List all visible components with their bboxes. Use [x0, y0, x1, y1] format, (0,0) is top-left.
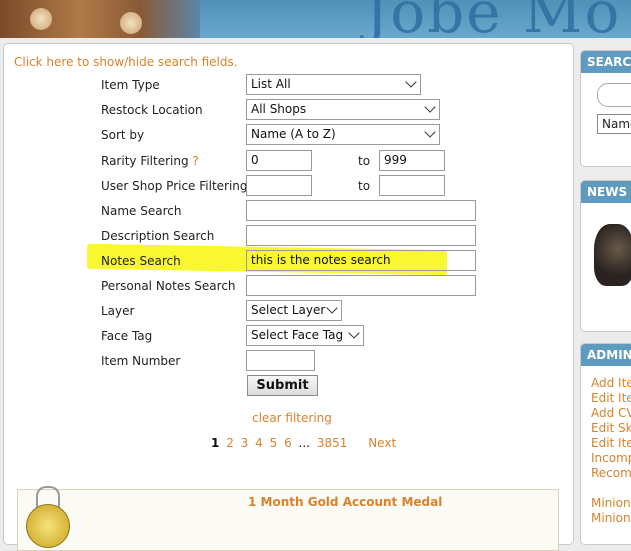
notes-search-input[interactable]: this is the notes search	[246, 250, 476, 271]
search-panel: Click here to show/hide search fields. I…	[3, 43, 574, 551]
restock-location-value: All Shops	[251, 102, 307, 116]
page-link[interactable]: 5	[270, 436, 278, 450]
rarity-filtering-text: Rarity Filtering	[101, 154, 189, 168]
personal-notes-search-input[interactable]	[246, 275, 476, 296]
name-search-label: Name Search	[101, 204, 182, 218]
rarity-help-link[interactable]: ?	[192, 154, 198, 168]
page-link[interactable]: 3	[241, 436, 249, 450]
item-number-label: Item Number	[101, 354, 181, 368]
item-card: 1 Month Gold Account Medal	[17, 486, 559, 551]
chevron-down-icon	[326, 302, 338, 314]
sidebar-admin-title: ADMIN	[581, 344, 631, 366]
face-tag-select[interactable]: Select Face Tag	[246, 325, 364, 346]
admin-link[interactable]: Edit Ite	[581, 436, 631, 451]
admin-link[interactable]: Add Ite	[581, 376, 631, 391]
page-link[interactable]: 2	[226, 436, 234, 450]
face-tag-label: Face Tag	[101, 329, 153, 343]
admin-links: Add Ite Edit Ite Add CV Edit Sk Edit Ite…	[581, 366, 631, 526]
sidebar-search-input[interactable]	[597, 83, 631, 107]
sidebar-admin-box: ADMIN Add Ite Edit Ite Add CV Edit Sk Ed…	[580, 343, 631, 545]
description-search-input[interactable]	[246, 225, 476, 246]
page-link[interactable]: 6	[284, 436, 292, 450]
gold-medal-icon[interactable]	[26, 504, 70, 548]
layer-label: Layer	[101, 304, 135, 318]
price-to-label: to	[358, 179, 371, 193]
item-number-input[interactable]	[246, 350, 315, 371]
sort-by-label: Sort by	[101, 128, 145, 142]
rarity-max-input[interactable]: 999	[379, 150, 445, 171]
notes-search-label: Notes Search	[101, 254, 181, 268]
admin-link[interactable]: Add CV	[581, 406, 631, 421]
sidebar-news-title: NEWS	[581, 181, 631, 203]
restock-location-select[interactable]: All Shops	[246, 99, 440, 120]
admin-link[interactable]: Edit Ite	[581, 391, 631, 406]
submit-button[interactable]: Submit	[247, 375, 318, 396]
clear-filtering-link[interactable]: clear filtering	[252, 411, 332, 425]
rarity-filtering-label: Rarity Filtering ?	[101, 154, 199, 168]
header-artwork	[0, 0, 200, 38]
news-avatar[interactable]	[594, 224, 631, 286]
item-title[interactable]: 1 Month Gold Account Medal	[248, 495, 442, 509]
chevron-down-icon	[405, 76, 417, 88]
rarity-to-label: to	[358, 154, 371, 168]
next-page-link[interactable]: Next	[368, 436, 396, 450]
item-type-select[interactable]: List All	[246, 74, 421, 95]
item-type-value: List All	[251, 77, 291, 91]
user-shop-price-label: User Shop Price Filtering	[101, 179, 248, 193]
description-search-label: Description Search	[101, 229, 215, 243]
chevron-down-icon	[424, 101, 436, 113]
sidebar-search-title: SEARC	[581, 51, 631, 73]
sort-by-select[interactable]: Name (A to Z)	[246, 124, 440, 145]
rarity-min-input[interactable]: 0	[246, 150, 312, 171]
personal-notes-search-label: Personal Notes Search	[101, 279, 236, 293]
restock-location-label: Restock Location	[101, 103, 203, 117]
pagination: 1 2 3 4 5 6 ... 3851 Next	[211, 436, 399, 450]
site-title: Jobe Mo	[365, 0, 622, 38]
page-current: 1	[211, 436, 220, 450]
page-link-last[interactable]: 3851	[317, 436, 348, 450]
page-link[interactable]: 4	[255, 436, 263, 450]
page-ellipsis: ...	[298, 436, 310, 450]
toggle-search-fields-link[interactable]: Click here to show/hide search fields.	[14, 55, 238, 69]
admin-link[interactable]: Edit Sk	[581, 421, 631, 436]
price-max-input[interactable]	[379, 175, 445, 196]
sidebar-news-box: NEWS	[580, 180, 631, 332]
chevron-down-icon	[424, 126, 436, 138]
face-tag-value: Select Face Tag	[251, 328, 344, 342]
price-min-input[interactable]	[246, 175, 312, 196]
chevron-down-icon	[348, 327, 360, 339]
name-search-input[interactable]	[246, 200, 476, 221]
admin-link[interactable]: Incomp	[581, 451, 631, 466]
admin-link[interactable]: Minions	[581, 496, 631, 511]
site-header: Jobe Mo	[0, 0, 631, 38]
sidebar-search-box: SEARC Name	[580, 50, 631, 167]
sidebar-search-select[interactable]: Name	[597, 114, 631, 134]
admin-link[interactable]: Minion	[581, 511, 631, 526]
sort-by-value: Name (A to Z)	[251, 127, 336, 141]
admin-link[interactable]: Recom	[581, 466, 631, 481]
item-type-label: Item Type	[101, 78, 160, 92]
layer-select[interactable]: Select Layer	[246, 300, 342, 321]
layer-value: Select Layer	[251, 303, 326, 317]
